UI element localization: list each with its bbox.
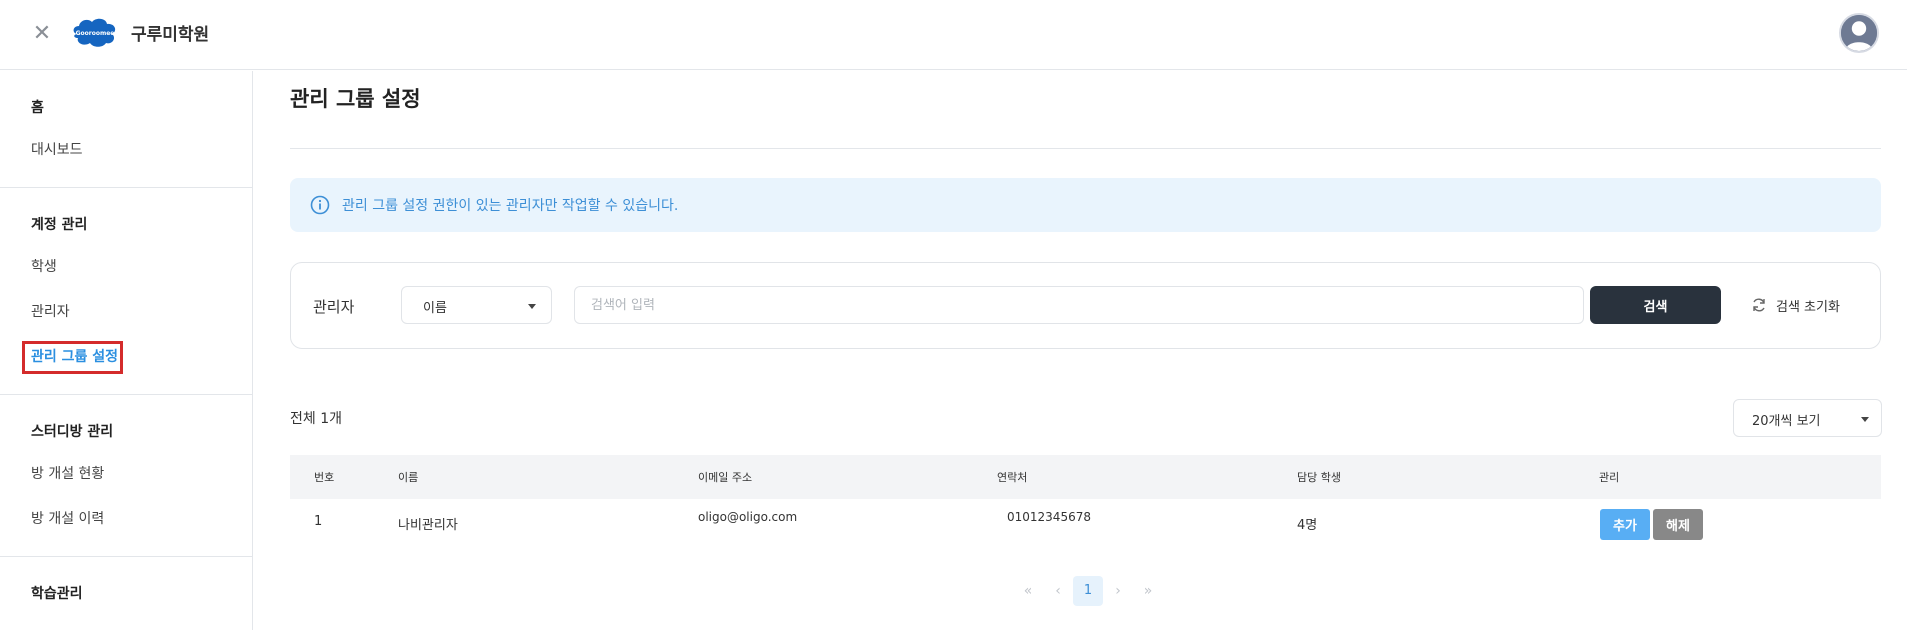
main-content: 관리 그룹 설정 관리 그룹 설정 권한이 있는 관리자만 작업할 수 있습니다…	[253, 71, 1907, 630]
column-header-email: 이메일 주소	[698, 471, 753, 484]
chevron-down-icon	[1861, 417, 1869, 422]
cell-phone: 01012345678	[1007, 510, 1091, 524]
search-type-value: 이름	[423, 301, 447, 316]
page-size-select[interactable]: 20개씩 보기	[1733, 399, 1882, 437]
remove-button[interactable]: 해제	[1653, 509, 1703, 540]
info-text: 관리 그룹 설정 권한이 있는 관리자만 작업할 수 있습니다.	[342, 198, 679, 214]
brand-name: 구루미학원	[131, 25, 210, 45]
last-page-icon[interactable]: »	[1133, 576, 1163, 606]
sidebar-item-room-history[interactable]: 방 개설 이력	[0, 497, 252, 542]
sidebar-heading-home: 홈	[31, 100, 44, 116]
column-header-students: 담당 학생	[1297, 471, 1341, 484]
table-header: 번호 이름 이메일 주소 연락처 담당 학생 관리	[290, 455, 1881, 499]
page-title: 관리 그룹 설정	[290, 87, 421, 111]
next-page-icon[interactable]: ›	[1103, 576, 1133, 606]
search-panel: 관리자 이름 검색 검색 초기화	[290, 262, 1881, 349]
sidebar-heading-learning: 학습관리	[31, 586, 83, 602]
total-count: 전체 1개	[290, 411, 342, 427]
divider	[290, 148, 1881, 149]
reset-search-button[interactable]: 검색 초기화	[1751, 286, 1840, 324]
user-icon	[1841, 15, 1877, 51]
sidebar-item-students[interactable]: 학생	[0, 245, 252, 290]
search-label: 관리자	[313, 298, 355, 316]
column-header-phone: 연락처	[997, 471, 1028, 484]
top-bar: ✕ Gooroomee 구루미학원	[0, 0, 1907, 70]
admin-table: 번호 이름 이메일 주소 연락처 담당 학생 관리 1 나비관리자 oligo@…	[290, 455, 1881, 546]
cell-name: 나비관리자	[398, 518, 458, 533]
add-button[interactable]: 추가	[1600, 509, 1650, 540]
brand-logo: Gooroomee	[73, 18, 116, 47]
column-header-name: 이름	[398, 471, 419, 484]
sidebar: 홈 대시보드 계정 관리 학생 관리자 관리 그룹 설정 스터디방 관리 방 개…	[0, 71, 253, 630]
first-page-icon[interactable]: «	[1013, 576, 1043, 606]
sidebar-section-home: 홈 대시보드	[0, 71, 252, 188]
search-type-select[interactable]: 이름	[401, 286, 552, 324]
info-banner: 관리 그룹 설정 권한이 있는 관리자만 작업할 수 있습니다.	[290, 178, 1881, 232]
column-header-manage: 관리	[1599, 471, 1620, 484]
page-number-current[interactable]: 1	[1073, 576, 1103, 606]
cell-no: 1	[314, 514, 323, 529]
search-button[interactable]: 검색	[1590, 286, 1721, 324]
pagination: « ‹ 1 › »	[1013, 576, 1163, 606]
refresh-icon	[1753, 298, 1765, 312]
sidebar-heading-studyrooms: 스터디방 관리	[31, 424, 114, 440]
chevron-down-icon	[528, 304, 536, 309]
sidebar-item-admins[interactable]: 관리자	[0, 290, 252, 335]
table-row: 1 나비관리자 oligo@oligo.com 01012345678 4명 추…	[290, 499, 1881, 546]
sidebar-item-admin-group-settings[interactable]: 관리 그룹 설정	[0, 335, 252, 380]
svg-text:Gooroomee: Gooroomee	[76, 30, 115, 37]
sidebar-heading-accounts: 계정 관리	[31, 217, 88, 233]
search-input[interactable]	[574, 286, 1584, 324]
sidebar-item-room-status[interactable]: 방 개설 현황	[0, 452, 252, 497]
sidebar-section-accounts: 계정 관리 학생 관리자 관리 그룹 설정	[0, 188, 252, 395]
reset-search-label: 검색 초기화	[1776, 299, 1840, 315]
close-icon[interactable]: ✕	[30, 22, 54, 46]
column-header-no: 번호	[314, 471, 335, 484]
sidebar-item-dashboard[interactable]: 대시보드	[0, 128, 252, 173]
info-icon	[310, 195, 330, 215]
sidebar-section-learning: 학습관리	[0, 557, 252, 614]
prev-page-icon[interactable]: ‹	[1043, 576, 1073, 606]
user-avatar[interactable]	[1839, 13, 1879, 53]
page-size-value: 20개씩 보기	[1752, 414, 1821, 429]
cell-students: 4명	[1297, 518, 1318, 533]
sidebar-section-studyrooms: 스터디방 관리 방 개설 현황 방 개설 이력	[0, 395, 252, 557]
cell-email: oligo@oligo.com	[698, 510, 798, 524]
sidebar-item-label: 관리 그룹 설정	[31, 349, 119, 365]
